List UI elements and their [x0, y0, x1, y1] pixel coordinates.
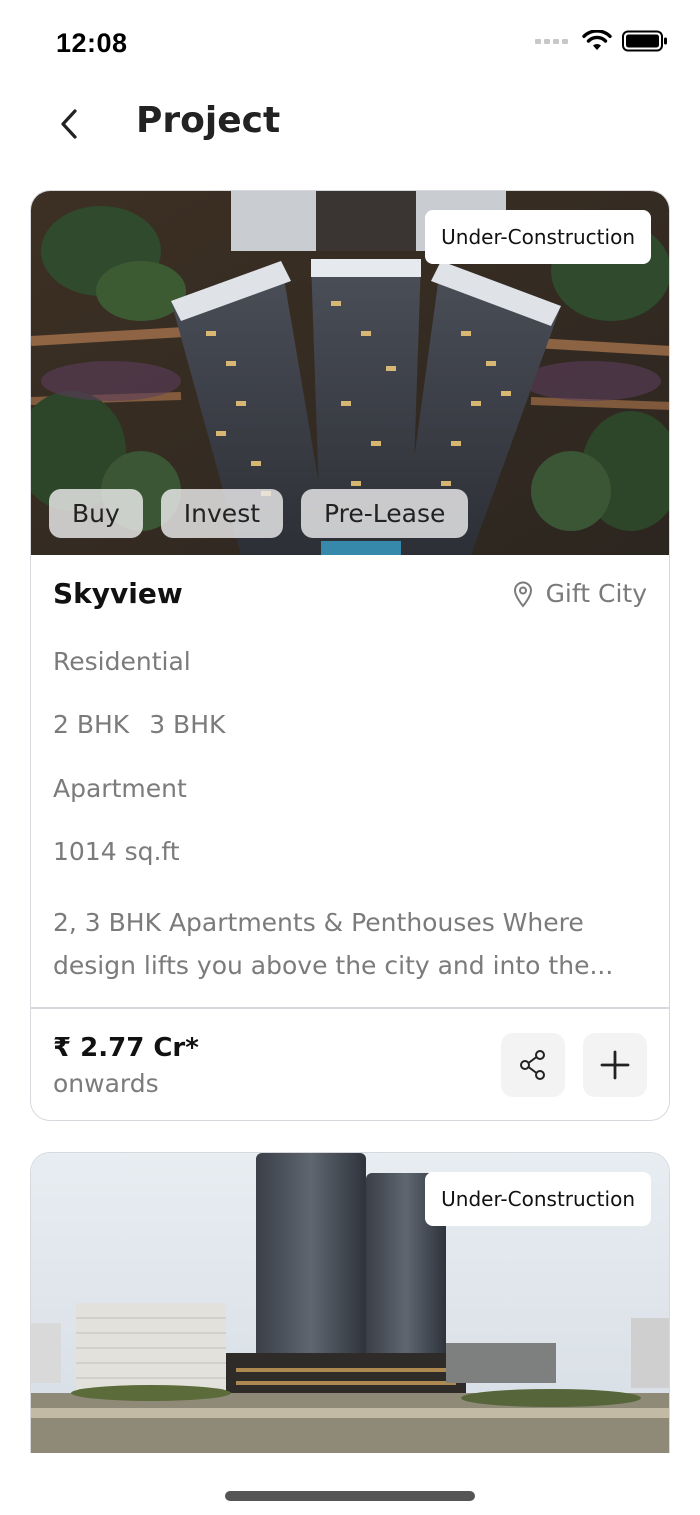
signal-icon	[535, 38, 568, 44]
project-name: Skyview	[53, 577, 183, 610]
tag-row: Buy Invest Pre-Lease	[49, 489, 469, 538]
bhk-option: 3 BHK	[149, 710, 226, 739]
bottom-safe-area	[0, 1453, 700, 1515]
project-image[interactable]: Under-Construction	[31, 1153, 669, 1453]
card-footer: ₹ 2.77 Cr* onwards	[31, 1009, 669, 1120]
status-icons	[535, 30, 668, 52]
share-icon	[520, 1050, 545, 1080]
location-label: Gift City	[545, 579, 647, 608]
status-bar: 12:08	[0, 0, 700, 90]
home-indicator[interactable]	[225, 1491, 475, 1501]
map-pin-icon	[513, 581, 532, 608]
tag-buy[interactable]: Buy	[49, 489, 143, 538]
project-bhk: 2 BHK 3 BHK	[53, 710, 225, 739]
status-badge: Under-Construction	[425, 210, 651, 264]
project-category: Residential	[53, 647, 191, 676]
bhk-option: 2 BHK	[53, 710, 130, 739]
status-time: 12:08	[56, 28, 128, 58]
chevron-left-icon	[61, 109, 77, 139]
header: Project	[0, 90, 700, 160]
project-image[interactable]: Under-Construction Buy Invest Pre-Lease	[31, 191, 669, 555]
description-line: design lifts you above the city and into…	[53, 951, 614, 980]
share-button[interactable]	[501, 1033, 565, 1097]
tag-pre-lease[interactable]: Pre-Lease	[301, 489, 469, 538]
battery-icon	[622, 30, 667, 52]
project-description: 2, 3 BHK Apartments & Penthouses Where d…	[53, 901, 653, 989]
back-button[interactable]	[50, 104, 90, 144]
wifi-icon	[582, 30, 612, 50]
location: Gift City	[512, 579, 647, 608]
plus-icon	[600, 1050, 630, 1080]
description-line: 2, 3 BHK Apartments & Penthouses Where	[53, 908, 584, 937]
project-area: 1014 sq.ft	[53, 837, 180, 866]
tag-invest[interactable]: Invest	[160, 489, 284, 538]
project-type: Apartment	[53, 774, 187, 803]
project-card[interactable]: Under-Construction Buy Invest Pre-Lease …	[30, 190, 670, 1121]
add-button[interactable]	[583, 1033, 647, 1097]
page-title: Project	[136, 100, 281, 141]
price-suffix: onwards	[53, 1069, 159, 1098]
price: ₹ 2.77 Cr*	[53, 1033, 199, 1063]
status-badge: Under-Construction	[425, 1172, 651, 1226]
